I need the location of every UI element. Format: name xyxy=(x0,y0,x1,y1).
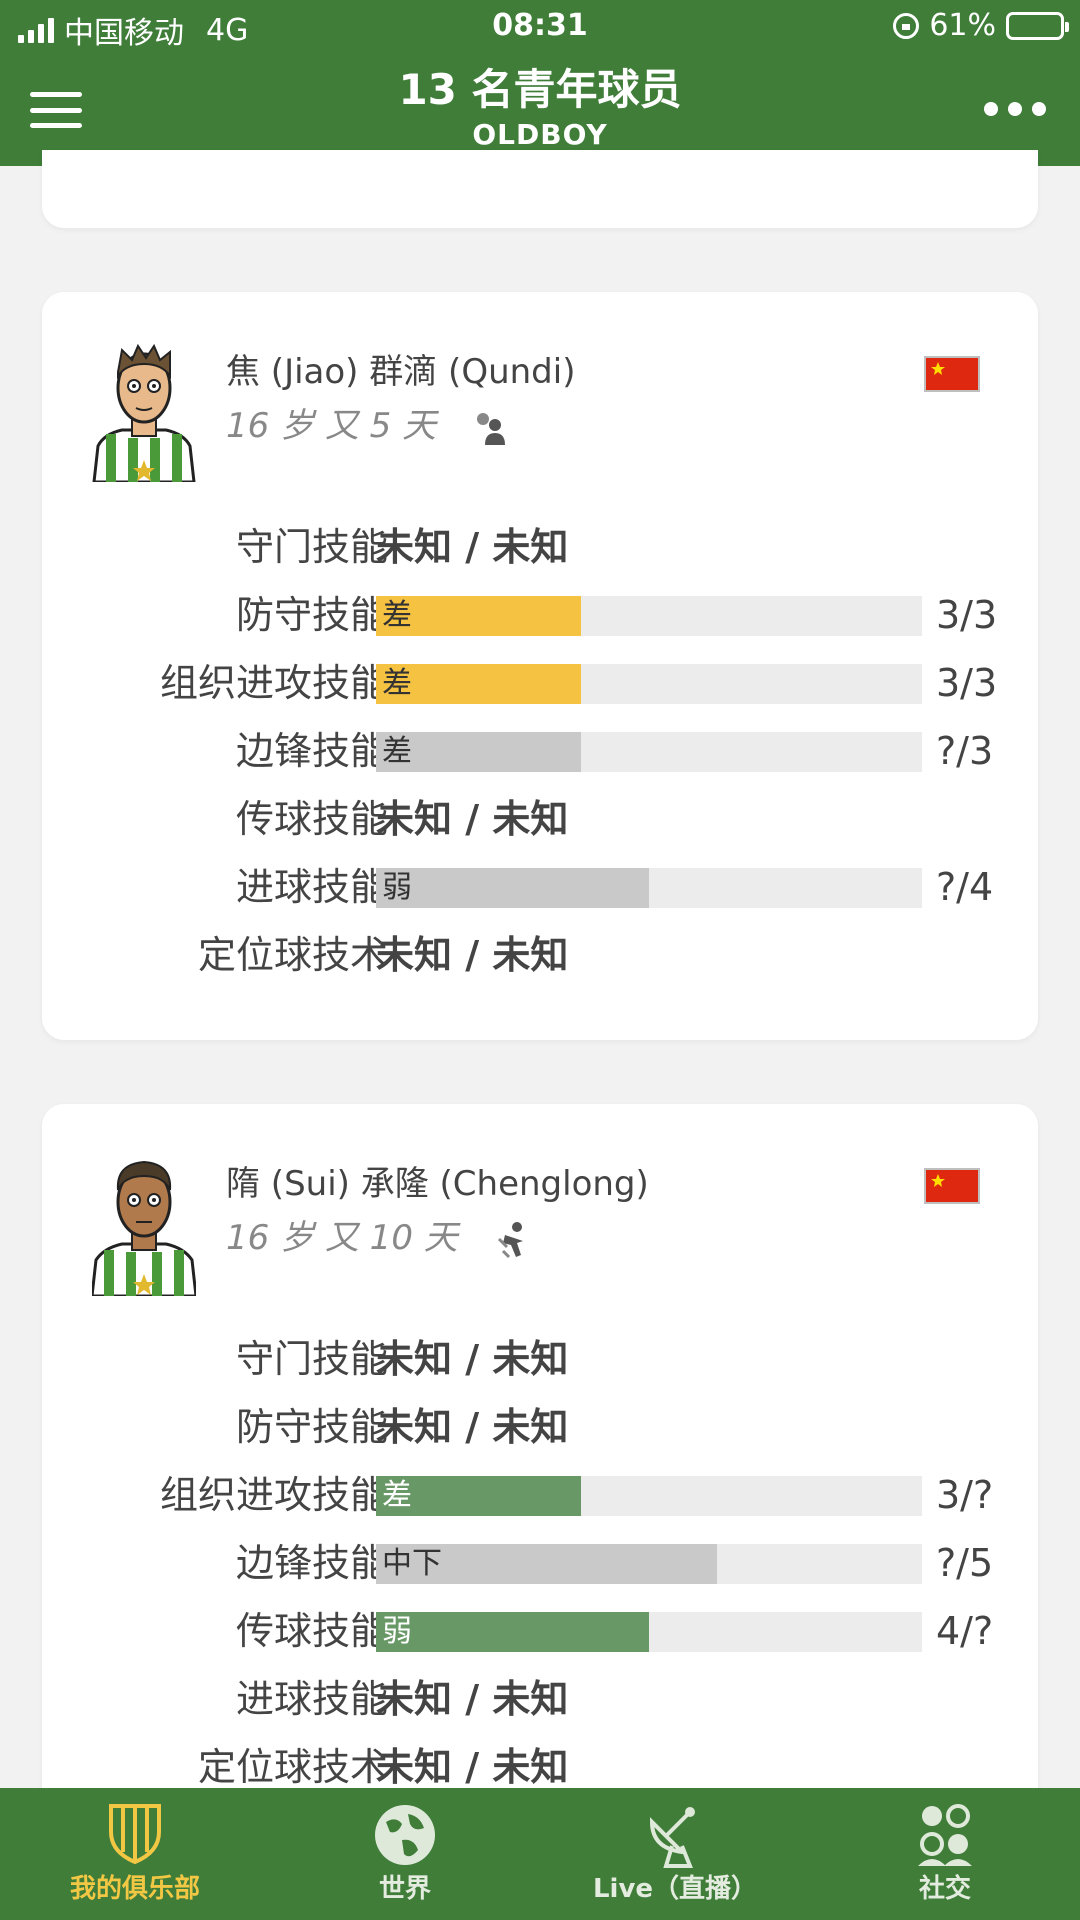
bottom-tab-bar: 我的俱乐部 世界 Live（直播） 社交 xyxy=(0,1788,1080,1920)
skill-row-goalkeeping: 守门技能 未知 / 未知 xyxy=(42,522,1038,572)
skill-label: 定位球技术 xyxy=(197,1745,388,1789)
skill-bar-text: 中下 xyxy=(382,1546,442,1581)
tab-label: 社交 xyxy=(918,1874,971,1904)
skill-label: 守门技能 xyxy=(235,1337,388,1381)
skill-bar-text: 差 xyxy=(382,1478,412,1513)
player-age: 16 岁 又 5 天 xyxy=(226,398,509,447)
skill-label: 组织进攻技能 xyxy=(159,661,388,705)
skill-bar-text: 差 xyxy=(382,734,412,769)
skill-bar-text: 弱 xyxy=(382,870,412,905)
header-title-block: 13 名青年球员 OLDBOY xyxy=(200,62,880,152)
player-avatar xyxy=(92,343,196,482)
skill-bar-fill xyxy=(376,868,649,908)
player-age-text: 16 岁 又 10 天 xyxy=(226,1218,458,1258)
skill-label: 防守技能 xyxy=(235,1405,388,1449)
skill-row-playmaking: 组织进攻技能 差 3/3 xyxy=(42,658,1038,708)
skill-bar: 弱 xyxy=(376,1612,922,1652)
skill-row-winger: 边锋技能 差 ?/3 xyxy=(42,726,1038,776)
skill-row-scoring: 进球技能 弱 ?/4 xyxy=(42,862,1038,912)
status-right: 61% xyxy=(893,8,1069,43)
player-card[interactable]: 焦 (Jiao) 群滴 (Qundi) 16 岁 又 5 天 守门技能 未知 /… xyxy=(42,292,1038,1040)
page-title: 13 名青年球员 xyxy=(398,65,682,114)
skill-label: 防守技能 xyxy=(235,593,388,637)
player-name[interactable]: 隋 (Sui) 承隆 (Chenglong) xyxy=(226,1156,649,1205)
skill-label: 传球技能 xyxy=(235,1609,388,1653)
team-name: OLDBOY xyxy=(472,118,608,151)
tab-my-club[interactable]: 我的俱乐部 xyxy=(0,1788,270,1920)
tab-world[interactable]: 世界 xyxy=(270,1788,540,1920)
skill-bar: 差 xyxy=(376,664,922,704)
skill-row-scoring: 进球技能 未知 / 未知 xyxy=(42,1674,1038,1724)
skill-label: 进球技能 xyxy=(235,1677,388,1721)
tab-label: Live（直播） xyxy=(592,1874,758,1904)
skill-bar: 差 xyxy=(376,732,922,772)
skill-bar: 差 xyxy=(376,1476,922,1516)
skill-label: 组织进攻技能 xyxy=(159,1473,388,1517)
skill-row-defending: 防守技能 未知 / 未知 xyxy=(42,1402,1038,1452)
skill-score: ?/4 xyxy=(936,865,994,909)
player-card[interactable]: 隋 (Sui) 承隆 (Chenglong) 16 岁 又 10 天 守门技能 … xyxy=(42,1104,1038,1824)
skill-score: 3/3 xyxy=(936,661,998,705)
skill-bar: 差 xyxy=(376,596,922,636)
tab-social[interactable]: 社交 xyxy=(810,1788,1080,1920)
skill-row-winger: 边锋技能 中下 ?/5 xyxy=(42,1538,1038,1588)
skill-label: 进球技能 xyxy=(235,865,388,909)
skill-row-defending: 防守技能 差 3/3 xyxy=(42,590,1038,640)
tab-live[interactable]: Live（直播） xyxy=(540,1788,810,1920)
skill-bar-fill xyxy=(376,1612,649,1652)
player-name[interactable]: 焦 (Jiao) 群滴 (Qundi) xyxy=(226,344,575,393)
satellite-dish-icon xyxy=(649,1807,695,1868)
skill-unknown-value: 未知 / 未知 xyxy=(376,525,569,569)
status-bar: 中国移动 4G 08:31 61% xyxy=(0,0,1080,54)
skill-label: 边锋技能 xyxy=(235,1541,388,1585)
skill-score: ?/5 xyxy=(936,1541,994,1585)
skill-label: 守门技能 xyxy=(235,525,388,569)
app-header: 中国移动 4G 08:31 61% 13 名青年球员 OLDBOY xyxy=(0,0,1080,166)
skill-row-goalkeeping: 守门技能 未知 / 未知 xyxy=(42,1334,1038,1384)
skill-score: 3/? xyxy=(936,1473,994,1517)
skill-score: ?/3 xyxy=(936,729,994,773)
player-age: 16 岁 又 10 天 xyxy=(226,1210,531,1259)
skill-unknown-value: 未知 / 未知 xyxy=(376,1337,569,1381)
skill-row-set-pieces: 定位球技术 未知 / 未知 xyxy=(42,1742,1038,1792)
skill-unknown-value: 未知 / 未知 xyxy=(376,1677,569,1721)
tab-label: 我的俱乐部 xyxy=(69,1874,200,1904)
menu-icon[interactable] xyxy=(30,92,82,128)
club-shield-icon xyxy=(109,1804,161,1864)
skill-bar: 弱 xyxy=(376,868,922,908)
skill-label: 定位球技术 xyxy=(197,933,388,977)
skill-unknown-value: 未知 / 未知 xyxy=(376,797,569,841)
more-options-icon[interactable] xyxy=(984,102,1046,116)
player-avatar xyxy=(92,1160,196,1296)
skill-row-playmaking: 组织进攻技能 差 3/? xyxy=(42,1470,1038,1520)
skill-bar-text: 弱 xyxy=(382,1614,412,1649)
skill-bar-text: 差 xyxy=(382,666,412,701)
skill-row-passing: 传球技能 未知 / 未知 xyxy=(42,794,1038,844)
skill-label: 边锋技能 xyxy=(235,729,388,773)
skill-unknown-value: 未知 / 未知 xyxy=(376,1745,569,1789)
china-flag-icon xyxy=(924,356,980,392)
tab-label: 世界 xyxy=(378,1874,431,1904)
rotation-lock-icon xyxy=(893,12,920,39)
china-flag-icon xyxy=(924,1168,980,1204)
battery-text: 61% xyxy=(929,8,996,43)
people-icon xyxy=(918,1804,972,1866)
skill-unknown-value: 未知 / 未知 xyxy=(376,1405,569,1449)
skill-score: 4/? xyxy=(936,1609,994,1653)
training-icon xyxy=(497,1221,523,1258)
skill-score: 3/3 xyxy=(936,593,998,637)
skill-row-set-pieces: 定位球技术 未知 / 未知 xyxy=(42,930,1038,980)
skill-bar-text: 差 xyxy=(382,598,412,633)
player-age-text: 16 岁 又 5 天 xyxy=(226,406,437,446)
skill-bar: 中下 xyxy=(376,1544,922,1584)
scout-person-icon xyxy=(476,412,505,445)
globe-icon xyxy=(375,1805,435,1865)
battery-icon xyxy=(1006,11,1069,40)
skill-unknown-value: 未知 / 未知 xyxy=(376,933,569,977)
skill-row-passing: 传球技能 弱 4/? xyxy=(42,1606,1038,1656)
skill-label: 传球技能 xyxy=(235,797,388,841)
player-card-previous xyxy=(42,150,1038,228)
